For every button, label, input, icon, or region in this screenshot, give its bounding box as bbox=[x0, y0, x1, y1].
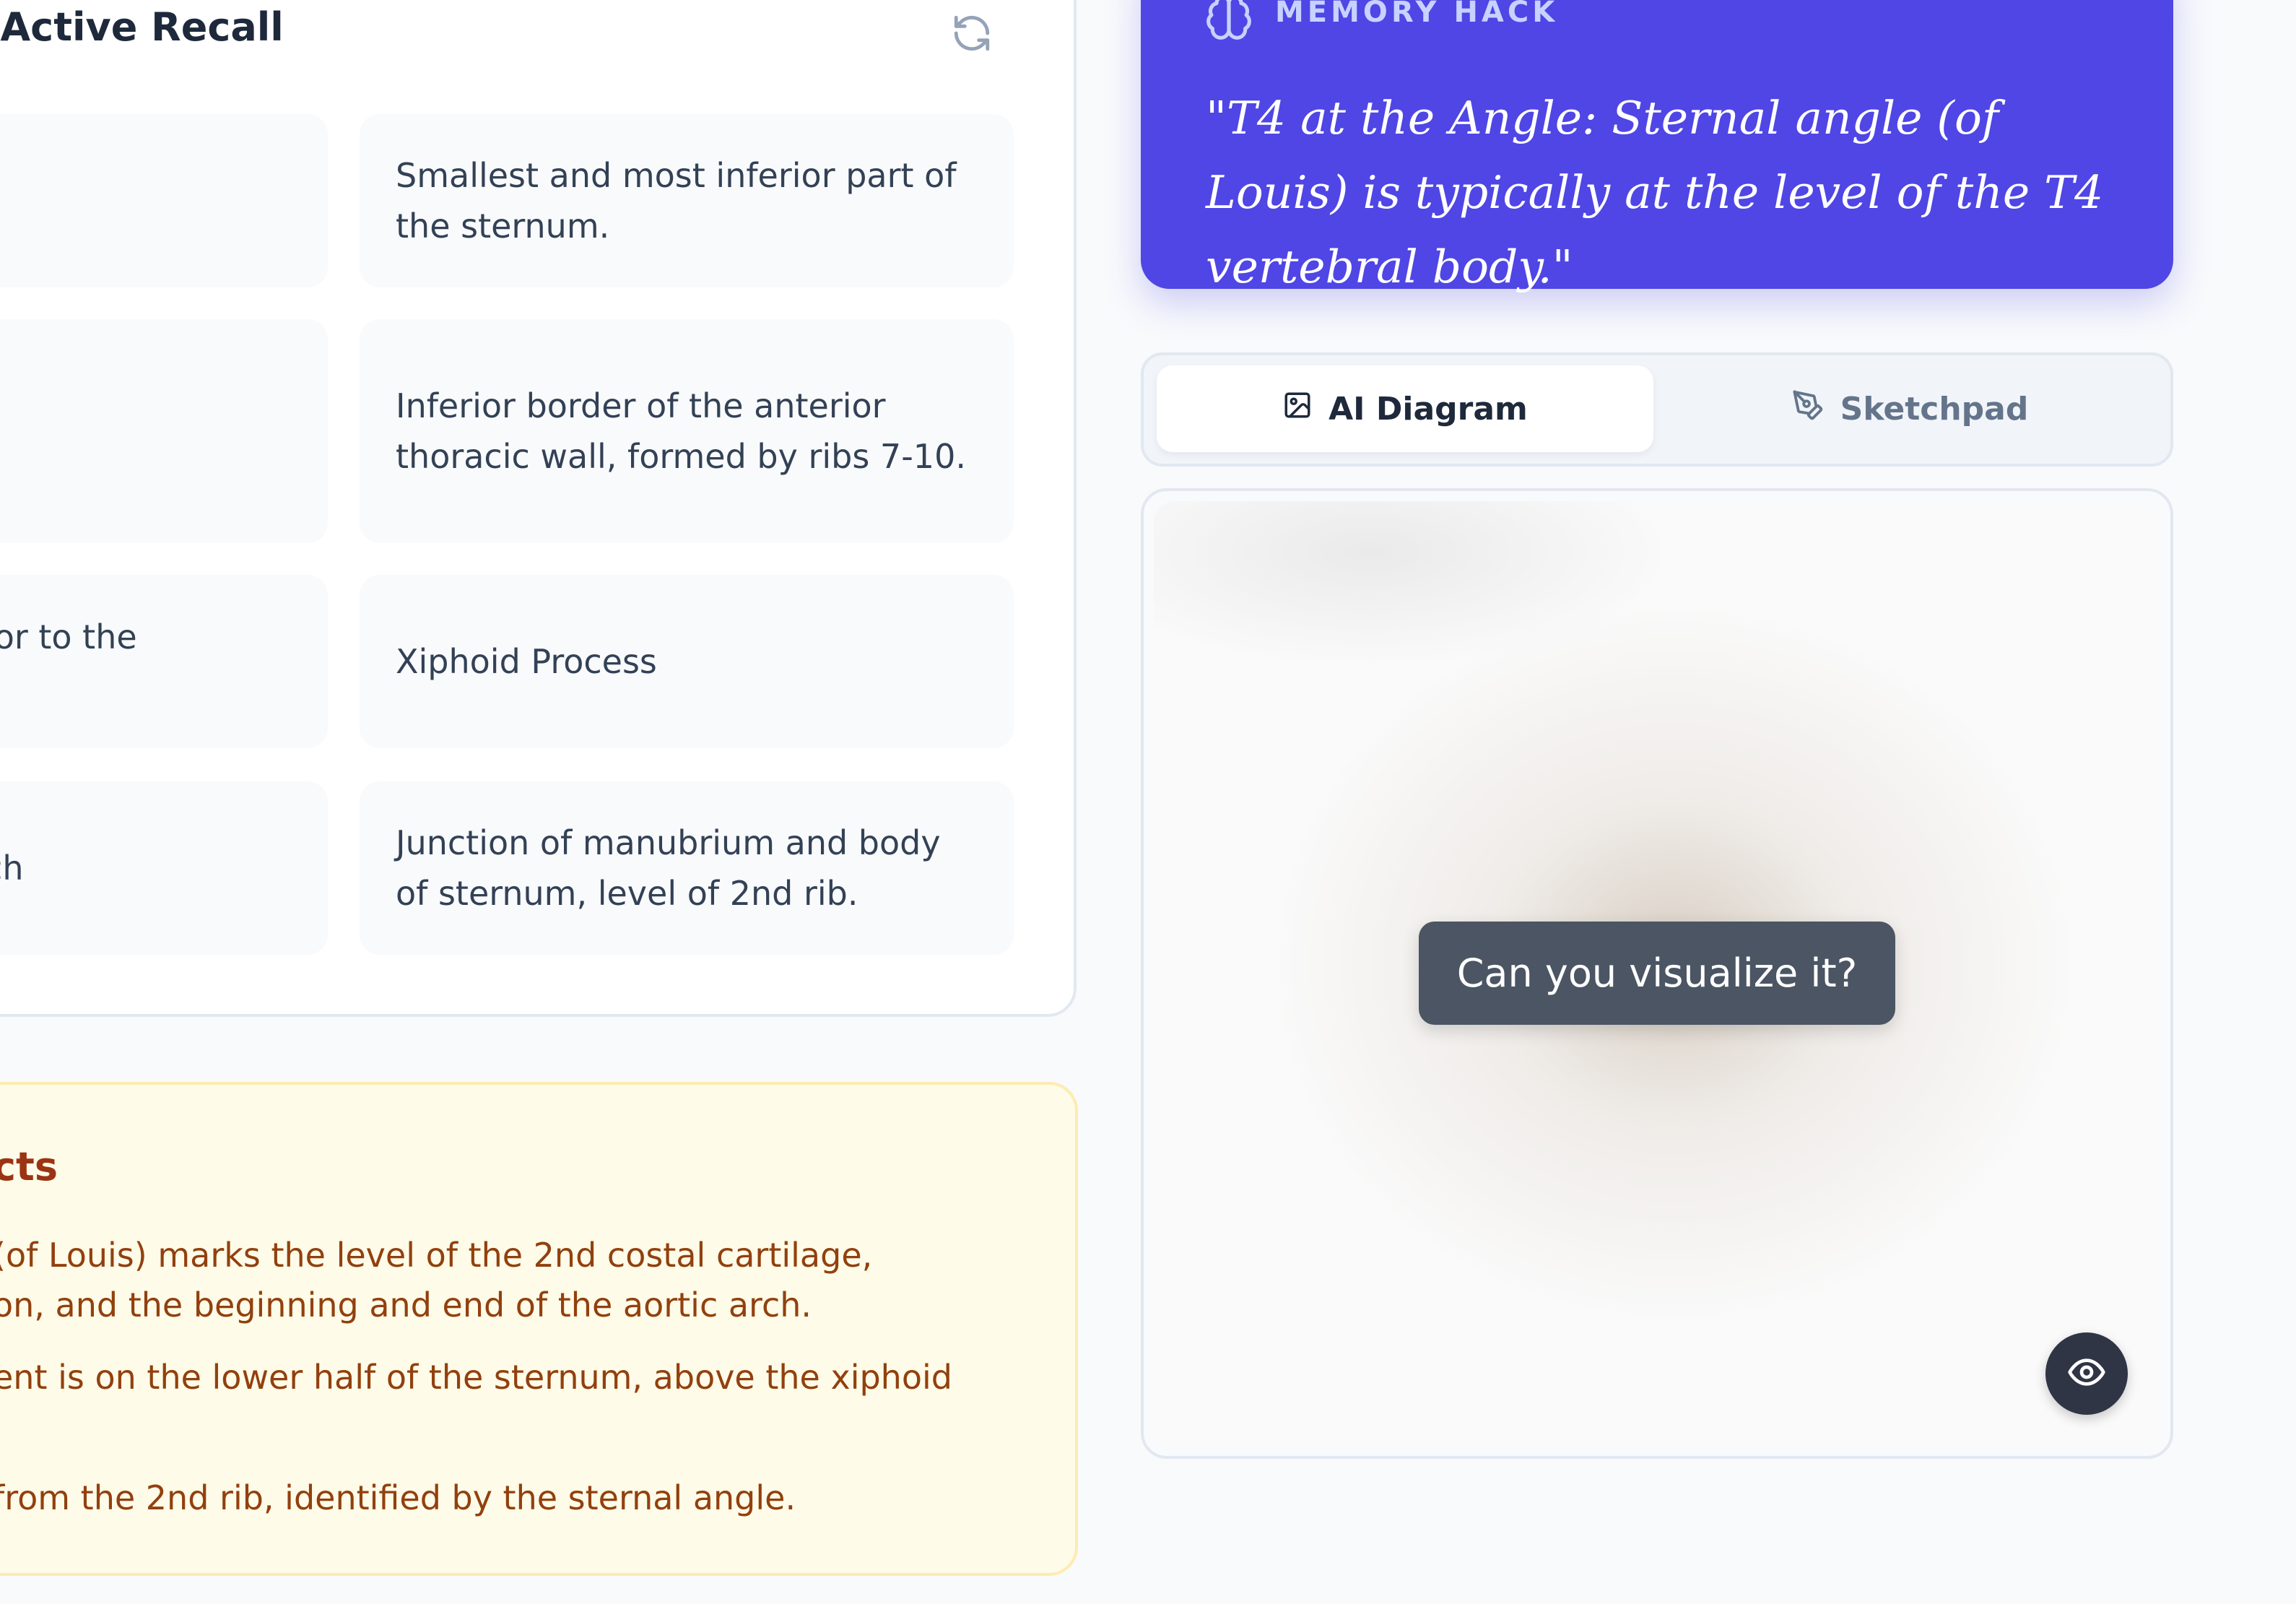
refresh-button[interactable] bbox=[946, 9, 998, 61]
recall-definition-text: Inferior border of the anterior thoracic… bbox=[396, 386, 966, 476]
active-recall-title: : Active Recall bbox=[0, 4, 284, 50]
brain-icon bbox=[1204, 0, 1253, 45]
tab-sketchpad[interactable]: Sketchpad bbox=[1661, 365, 2159, 452]
pen-tool-icon bbox=[1791, 389, 1825, 430]
recall-term-tile[interactable]: rior to the bbox=[0, 575, 328, 748]
fact-line: on, and the beginning and end of the aor… bbox=[0, 1286, 812, 1325]
recall-definition-text: Junction of manubrium and body of sternu… bbox=[396, 823, 941, 913]
key-facts-title: cts bbox=[0, 1144, 58, 1189]
eye-icon bbox=[2066, 1352, 2107, 1395]
tab-label: Sketchpad bbox=[1840, 390, 2029, 428]
memory-hack-label: MEMORY HACK bbox=[1275, 0, 1559, 29]
fact-line: from the 2nd rib, identified by the ster… bbox=[0, 1478, 796, 1517]
recall-definition-tile[interactable]: Xiphoid Process bbox=[360, 575, 1014, 748]
recall-definition-text: Xiphoid Process bbox=[396, 642, 657, 681]
recall-term-text: tch bbox=[0, 849, 24, 888]
refresh-icon bbox=[951, 12, 993, 57]
memory-hack-quote: "T4 at the Angle: Sternal angle (of Loui… bbox=[1206, 92, 2104, 293]
tab-label: AI Diagram bbox=[1329, 390, 1528, 428]
recall-definition-tile[interactable]: Junction of manubrium and body of sternu… bbox=[360, 781, 1014, 955]
image-icon bbox=[1282, 390, 1313, 428]
visualize-prompt: Can you visualize it? bbox=[1419, 922, 1895, 1025]
recall-definition-tile[interactable]: Smallest and most inferior part of the s… bbox=[360, 114, 1014, 287]
recall-term-tile[interactable] bbox=[0, 319, 328, 543]
fact-line: ent is on the lower half of the sternum,… bbox=[0, 1358, 952, 1397]
tab-ai-diagram[interactable]: AI Diagram bbox=[1157, 365, 1653, 452]
recall-term-tile[interactable]: tch bbox=[0, 781, 328, 955]
reveal-diagram-button[interactable] bbox=[2045, 1332, 2128, 1415]
recall-term-text: rior to the bbox=[0, 617, 137, 656]
recall-definition-tile[interactable]: Inferior border of the anterior thoracic… bbox=[360, 319, 1014, 543]
recall-term-tile[interactable] bbox=[0, 114, 328, 287]
fact-line: (of Louis) marks the level of the 2nd co… bbox=[0, 1236, 873, 1275]
recall-definition-text: Smallest and most inferior part of the s… bbox=[396, 156, 957, 246]
